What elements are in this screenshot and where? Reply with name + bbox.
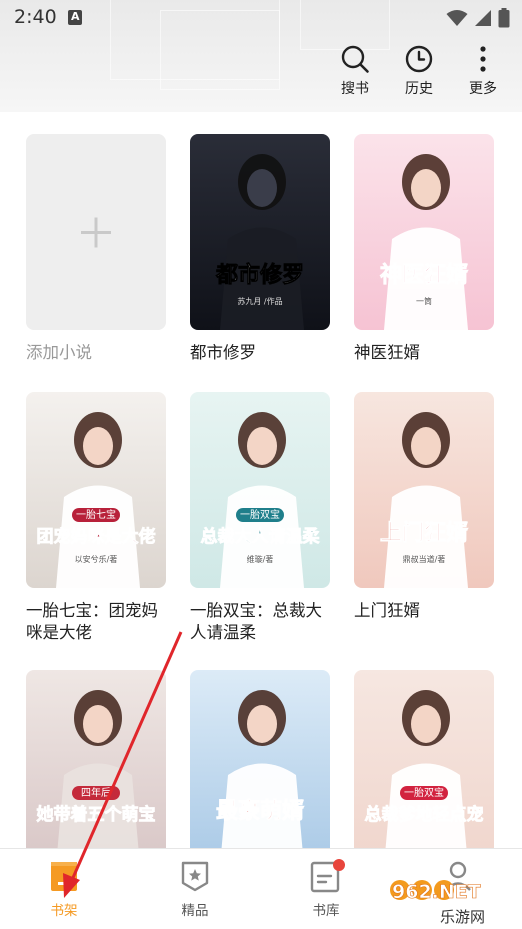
watermark-logo: 962.NET 乐游网: [388, 876, 518, 928]
cover-author: 苏九月 /作品: [237, 296, 282, 306]
add-novel-label: 添加小说: [26, 343, 92, 362]
book-item[interactable]: 总裁大人请温柔 一胎双宝维璇/著一胎双宝：总裁大人请温柔: [190, 392, 330, 644]
book-item[interactable]: 神医狂婿 一筒 神医狂婿: [354, 134, 494, 364]
search-icon: [341, 45, 369, 73]
status-bar: 2:40: [0, 0, 522, 36]
cover-title: 神医狂婿: [380, 262, 468, 288]
more-vertical-icon: [480, 46, 486, 72]
clock-icon: [405, 45, 433, 73]
add-novel-cover[interactable]: [26, 134, 166, 330]
plus-icon: [81, 217, 111, 248]
book-cover[interactable]: 她带着五个萌宝 四年后: [26, 670, 166, 866]
battery-icon: [498, 8, 510, 28]
status-time: 2:40: [14, 6, 57, 28]
cover-title: 上门狂婿: [380, 520, 468, 546]
book-cover[interactable]: 都市修罗苏九月 /作品: [190, 134, 330, 330]
watermark-text: 962.NET: [392, 881, 481, 903]
add-novel-tile[interactable]: 添加小说: [26, 134, 166, 364]
bookshelf-icon: [51, 862, 77, 891]
nav-bookshelf[interactable]: 书架: [24, 859, 104, 919]
header: 2:40 搜书 历: [0, 0, 522, 112]
cover-title: 总裁大人请温柔: [201, 526, 321, 547]
book-title: 上门狂婿: [354, 601, 420, 620]
cover-title: 最豪萌婿: [216, 798, 304, 824]
wifi-icon: [446, 10, 468, 26]
cover-title: 她带着五个萌宝: [37, 804, 156, 825]
more-button[interactable]: 更多: [462, 44, 504, 98]
cover-badge: 四年后: [81, 786, 111, 799]
signal-icon: [475, 10, 491, 26]
book-item[interactable]: 团宠妈咪是大佬 一胎七宝以安兮乐/著一胎七宝：团宠妈咪是大佬: [26, 392, 166, 644]
book-title: 一胎七宝：团宠妈咪是大佬: [26, 601, 158, 642]
book-cover[interactable]: 总裁大人请温柔 一胎双宝维璇/著: [190, 392, 330, 588]
nav-bookshelf-label: 书架: [50, 903, 78, 919]
cover-badge: 一胎双宝: [240, 508, 280, 521]
cover-badge: 一胎双宝: [404, 786, 444, 799]
book-item[interactable]: 总裁爹地轻点宠 一胎双宝: [354, 670, 494, 866]
nav-library-label: 书库: [312, 903, 340, 919]
notification-icon: [68, 10, 82, 25]
book-cover[interactable]: 总裁爹地轻点宠 一胎双宝: [354, 670, 494, 866]
book-cover[interactable]: 神医狂婿 一筒: [354, 134, 494, 330]
featured-badge-icon: [181, 861, 209, 892]
book-title: 神医狂婿: [354, 343, 420, 362]
history-label: 历史: [405, 81, 433, 97]
cover-author: 维璇/著: [247, 554, 274, 564]
book-item[interactable]: 最豪萌婿: [190, 670, 330, 866]
book-title: 一胎双宝：总裁大人请温柔: [190, 601, 322, 642]
search-label: 搜书: [341, 81, 369, 97]
cover-author: 一筒: [416, 296, 432, 306]
nav-library[interactable]: 书库: [286, 859, 366, 919]
book-title: 都市修罗: [190, 343, 256, 362]
cover-title: 都市修罗: [215, 262, 304, 288]
book-item[interactable]: 都市修罗 苏九月 /作品 都市修罗: [190, 134, 330, 364]
library-icon: [310, 859, 345, 893]
nav-featured-label: 精品: [181, 903, 209, 919]
book-item[interactable]: 她带着五个萌宝 四年后: [26, 670, 166, 866]
cover-title: 总裁爹地轻点宠: [365, 804, 484, 825]
cover-author: 以安兮乐/著: [75, 554, 118, 564]
notification-dot: [333, 859, 345, 871]
book-cover[interactable]: 上门狂婿鼎叔当道/著: [354, 392, 494, 588]
header-actions: 搜书 历史 更多: [334, 44, 504, 98]
book-item[interactable]: 上门狂婿 鼎叔当道/著 上门狂婿: [354, 392, 494, 622]
cover-badge: 一胎七宝: [76, 508, 116, 521]
book-cover[interactable]: 团宠妈咪是大佬 一胎七宝以安兮乐/著: [26, 392, 166, 588]
history-button[interactable]: 历史: [398, 44, 440, 98]
nav-featured[interactable]: 精品: [155, 859, 235, 919]
watermark-subtext: 乐游网: [440, 908, 485, 926]
more-label: 更多: [469, 81, 497, 97]
cover-title: 团宠妈咪是大佬: [37, 526, 156, 547]
search-button[interactable]: 搜书: [334, 44, 376, 98]
cover-author: 鼎叔当道/著: [403, 554, 446, 564]
book-cover[interactable]: 最豪萌婿: [190, 670, 330, 866]
